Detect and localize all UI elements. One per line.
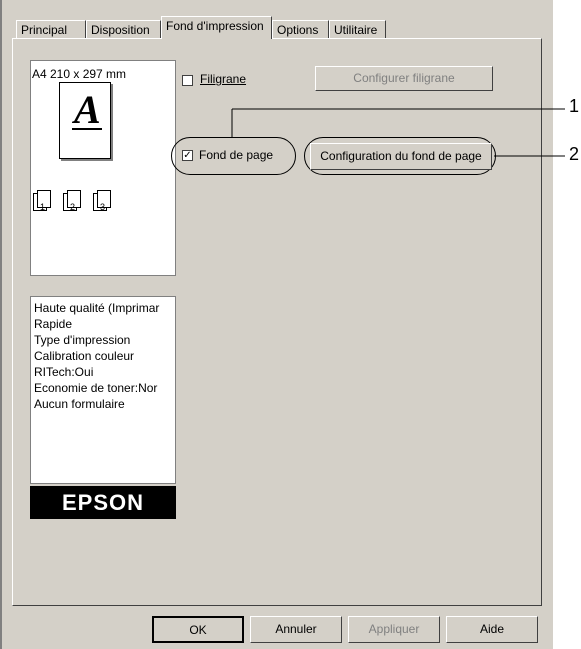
help-button[interactable]: Aide	[446, 616, 538, 643]
callout-number-2: 2	[569, 144, 580, 164]
ok-button[interactable]: OK	[152, 616, 244, 643]
callout-number-1: 1	[569, 96, 580, 116]
cancel-button[interactable]: Annuler	[250, 616, 342, 643]
callout-lines	[231, 108, 565, 157]
apply-button[interactable]: Appliquer	[348, 616, 440, 643]
tab-fond-impression[interactable]: Fond d'impression	[161, 16, 272, 39]
